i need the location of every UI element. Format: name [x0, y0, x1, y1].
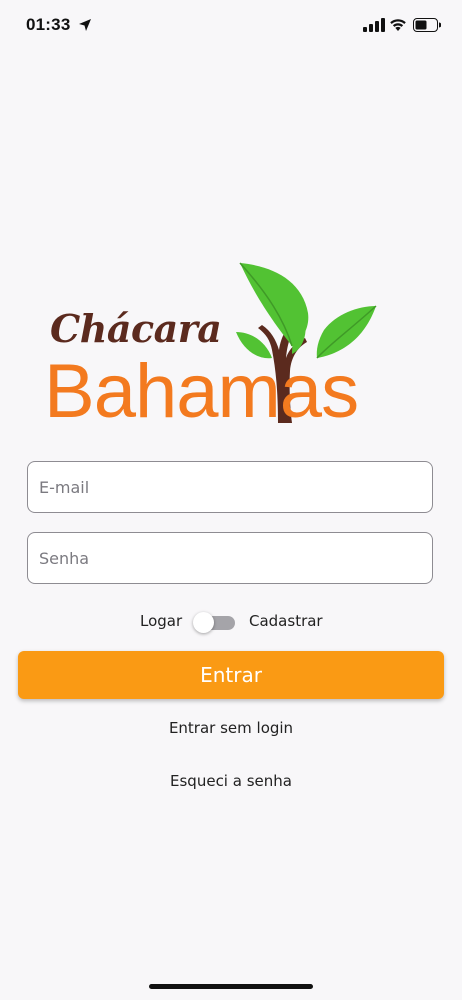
forgot-password-link[interactable]: Esqueci a senha: [0, 772, 462, 790]
logo-main-text: Bahamas: [44, 349, 359, 434]
login-register-toggle[interactable]: [193, 612, 235, 633]
battery-icon: [413, 18, 441, 32]
status-time: 01:33: [26, 15, 71, 34]
enter-without-login-link[interactable]: Entrar sem login: [0, 719, 462, 737]
email-input[interactable]: [28, 462, 432, 512]
password-input[interactable]: [28, 533, 432, 583]
wifi-icon: [390, 19, 406, 31]
toggle-thumb: [193, 612, 214, 633]
login-register-toggle-row: Logar Cadastrar: [0, 608, 462, 636]
status-bar: 01:33: [0, 0, 462, 56]
toggle-label-register: Cadastrar: [249, 612, 323, 630]
password-field[interactable]: [27, 532, 433, 584]
signal-icon: [363, 18, 385, 32]
location-arrow-icon: [79, 19, 91, 31]
home-indicator: [149, 984, 313, 989]
email-field[interactable]: [27, 461, 433, 513]
enter-button[interactable]: Entrar: [18, 651, 444, 699]
toggle-label-login: Logar: [140, 612, 183, 630]
logo-script-text: Chácara: [50, 306, 222, 351]
